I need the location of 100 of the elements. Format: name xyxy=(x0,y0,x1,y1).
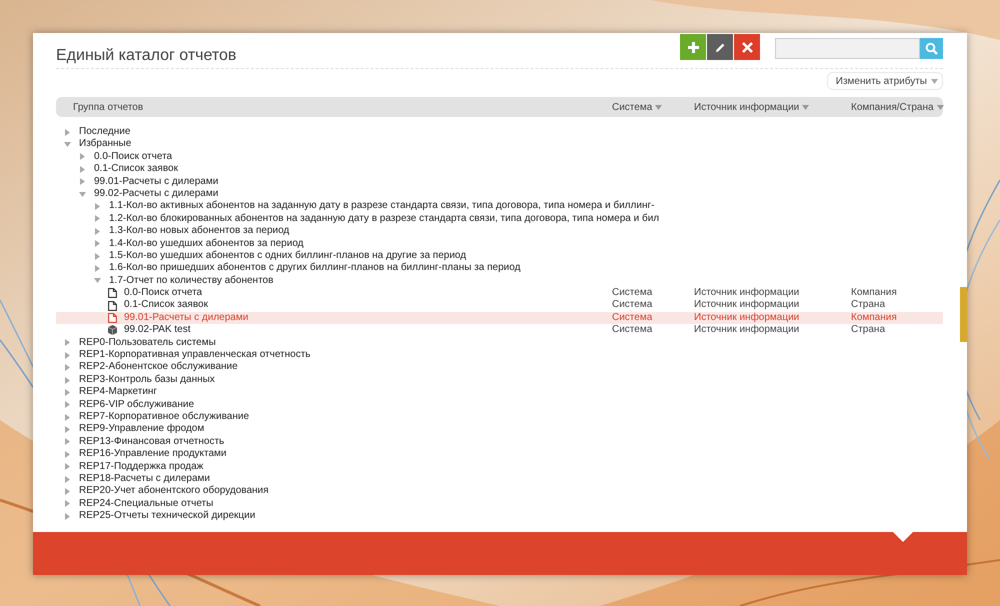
tree-item[interactable]: REP4-Маркетинг xyxy=(79,386,158,399)
expand-arrow-icon[interactable] xyxy=(64,128,70,136)
report-row[interactable]: 0.0-Поиск отчета Система Источник информации Компания xyxy=(56,287,943,300)
document-icon xyxy=(108,288,116,298)
add-button[interactable] xyxy=(680,34,706,60)
sort-arrow-icon[interactable] xyxy=(655,104,662,110)
expand-arrow-icon[interactable] xyxy=(94,203,100,210)
column-header[interactable]: Система xyxy=(612,102,652,112)
table-cell-text: Страна xyxy=(851,299,886,312)
report-row[interactable]: 99.02-PAK test Система Источник информации Страна xyxy=(56,324,943,337)
tree-item[interactable]: 1.6-Кол-во пришедших абонентов с других биллинг-планов на биллинг-планы за период xyxy=(109,262,520,275)
collapse-arrow-icon[interactable] xyxy=(94,278,100,284)
table-cell-text: Система xyxy=(612,287,654,300)
tree-item[interactable]: 1.5-Кол-во ушедших абонентов с одних биллинг-планов на другие за период xyxy=(109,250,466,262)
collapse-arrow-icon[interactable] xyxy=(64,142,70,148)
tree-item[interactable]: 1.3-Кол-во новых абонентов за период xyxy=(109,225,290,238)
expand-arrow-icon[interactable] xyxy=(64,364,70,372)
notch-icon xyxy=(893,532,913,542)
plus-icon xyxy=(688,42,698,52)
tree-item[interactable]: REP6-VIP обслуживание xyxy=(79,398,194,411)
report-name: 0.0-Поиск отчета xyxy=(124,287,202,300)
expand-arrow-icon[interactable] xyxy=(64,512,70,520)
table-cell-text: Компания xyxy=(851,312,898,324)
dropdown-arrow-icon xyxy=(931,78,938,84)
tree-item[interactable]: 0.0-Поиск отчета xyxy=(94,150,172,164)
tree-item[interactable]: REP2-Абонентское обслуживание xyxy=(79,361,238,374)
tree-item[interactable]: REP17-Поддержка продаж xyxy=(79,460,204,473)
search-button[interactable] xyxy=(920,38,943,59)
report-name: 99.02-PAK test xyxy=(124,324,191,337)
expand-arrow-icon[interactable] xyxy=(64,401,70,408)
tree-item[interactable]: REP20-Учет абонентского оборудования xyxy=(79,485,269,498)
tree-item[interactable]: REP1-Корпоративная управленческая отчетность xyxy=(79,349,311,362)
tree-item[interactable]: REP13-Финансовая отчетность xyxy=(79,436,224,448)
selected-row-highlight[interactable]: 99.01-Расчеты с дилерами Система Источник информации Компания xyxy=(56,312,943,324)
table-cell-text: Компания xyxy=(851,287,898,300)
search-icon xyxy=(925,42,938,55)
tree-item[interactable]: 0.1-Список заявок xyxy=(94,163,178,176)
expand-arrow-icon[interactable] xyxy=(64,500,70,508)
expand-arrow-icon[interactable] xyxy=(94,252,100,260)
tree-item[interactable]: REP7-Корпоративное обслуживание xyxy=(79,410,250,424)
report-row[interactable]: 0.1-Список заявок Система Источник информации Страна xyxy=(56,299,943,312)
tree-item[interactable]: REP3-Контроль базы данных xyxy=(79,374,215,386)
expand-arrow-icon[interactable] xyxy=(94,240,100,248)
expand-arrow-icon[interactable] xyxy=(94,215,100,222)
expand-arrow-icon[interactable] xyxy=(64,376,70,384)
page-title: Единый каталог отчетов xyxy=(56,47,238,65)
expand-arrow-icon[interactable] xyxy=(64,388,70,396)
expand-arrow-icon[interactable] xyxy=(64,476,70,483)
tree-item[interactable]: 99.01-Расчеты с дилерами xyxy=(94,176,218,188)
expand-arrow-icon[interactable] xyxy=(64,488,70,496)
tree-item[interactable]: Последние xyxy=(79,126,130,138)
document-icon xyxy=(108,300,116,311)
tree-item[interactable]: 1.7-Отчет по количеству абонентов xyxy=(109,274,274,288)
table-cell-text: Источник информации xyxy=(694,287,800,300)
expand-arrow-icon[interactable] xyxy=(64,450,70,458)
tree-item[interactable]: REP24-Специальные отчеты xyxy=(79,498,214,510)
tree-item[interactable]: REP0-Пользователь системы xyxy=(79,336,216,350)
column-header[interactable]: Компания/Страна xyxy=(851,102,934,112)
pencil-icon xyxy=(714,42,726,52)
tree-item[interactable]: REP25-Отчеты технической дирекции xyxy=(79,510,256,523)
column-header[interactable]: Источник информации xyxy=(694,102,800,112)
expand-arrow-icon[interactable] xyxy=(64,352,70,359)
tree-item[interactable]: REP16-Управление продуктами xyxy=(79,448,227,461)
expand-arrow-icon[interactable] xyxy=(64,339,70,346)
tree-item[interactable]: REP18-Расчеты с дилерами xyxy=(79,472,210,486)
table-cell-text: Система xyxy=(612,324,654,337)
tree-item[interactable]: 1.1-Кол-во активных абонентов на заданную дату в разрезе стандарта связи, типа договора, типа номера и биллинг- xyxy=(109,200,654,213)
edit-button[interactable] xyxy=(707,34,733,60)
table-cell-text: Система xyxy=(612,312,654,324)
change-attributes-button[interactable]: Изменить атрибуты xyxy=(826,72,943,90)
expand-arrow-icon[interactable] xyxy=(64,414,70,421)
column-header: Группа отчетов xyxy=(73,102,144,112)
expand-arrow-icon[interactable] xyxy=(94,265,100,272)
tree-item[interactable]: 99.02-Расчеты с дилерами xyxy=(94,188,218,200)
expand-arrow-icon[interactable] xyxy=(94,228,100,235)
document-icon xyxy=(108,313,116,324)
delete-button[interactable] xyxy=(734,34,760,60)
table-cell-text: Страна xyxy=(851,324,886,337)
table-cell-text: Источник информации xyxy=(694,312,800,324)
tree-item[interactable]: Избранные xyxy=(79,138,132,151)
tree-item[interactable]: 1.2-Кол-во блокированных абонентов на заданную дату в разрезе стандарта связи, типа договора, типа номера и бил xyxy=(109,212,660,226)
table-cell-text: Источник информации xyxy=(694,324,800,337)
table-cell-text: Источник информации xyxy=(694,299,800,312)
expand-arrow-icon[interactable] xyxy=(80,153,84,160)
sort-arrow-icon[interactable] xyxy=(936,104,944,110)
tree-item[interactable]: REP9-Управление фродом xyxy=(79,423,204,436)
report-name: 0.1-Список заявок xyxy=(124,299,208,312)
expand-arrow-icon[interactable] xyxy=(80,166,84,173)
table-cell-text: Система xyxy=(612,299,654,312)
cube-icon xyxy=(108,325,116,336)
sort-arrow-icon[interactable] xyxy=(802,104,810,110)
report-name: 99.01-Расчеты с дилерами xyxy=(124,312,248,324)
expand-arrow-icon[interactable] xyxy=(64,438,70,446)
close-icon xyxy=(742,42,752,52)
collapse-arrow-icon[interactable] xyxy=(78,192,86,197)
expand-arrow-icon[interactable] xyxy=(64,463,70,470)
expand-arrow-icon[interactable] xyxy=(80,178,84,186)
search-field[interactable] xyxy=(775,38,920,59)
tree-item[interactable]: 1.4-Кол-во ушедших абонентов за период xyxy=(109,238,304,250)
expand-arrow-icon[interactable] xyxy=(64,426,70,434)
